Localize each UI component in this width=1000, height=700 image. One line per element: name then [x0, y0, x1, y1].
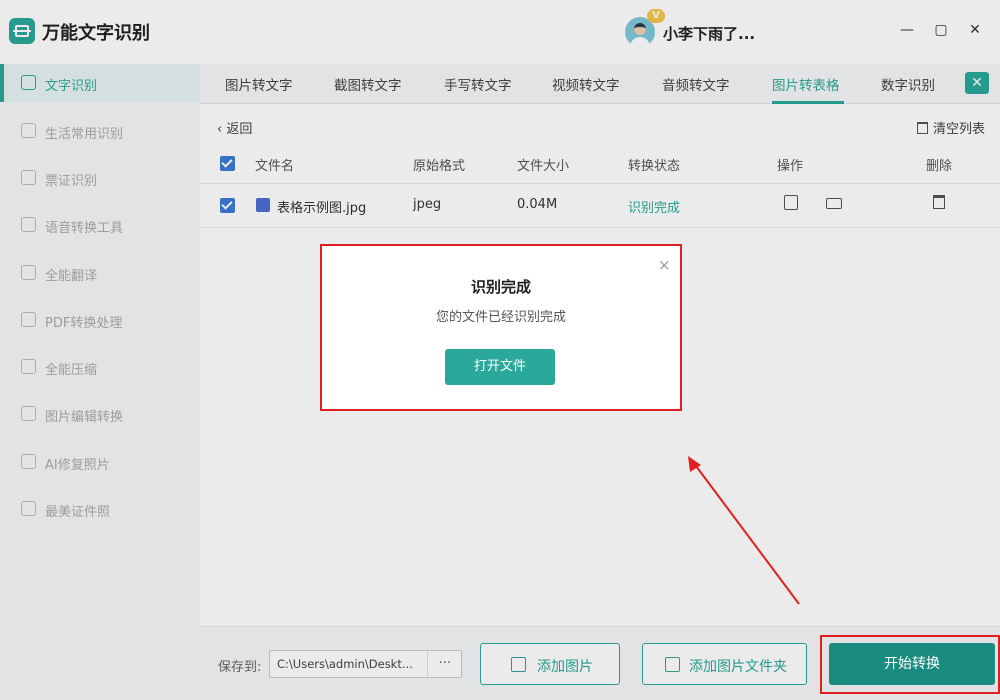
completion-dialog: × 识别完成 您的文件已经识别完成 打开文件 — [320, 244, 682, 411]
annotation-highlight-box — [820, 635, 1000, 694]
open-file-button[interactable]: 打开文件 — [445, 349, 555, 385]
close-dialog-icon[interactable]: × — [658, 256, 671, 274]
dialog-title: 识别完成 — [470, 278, 531, 296]
dialog-message: 您的文件已经识别完成 — [435, 310, 566, 325]
